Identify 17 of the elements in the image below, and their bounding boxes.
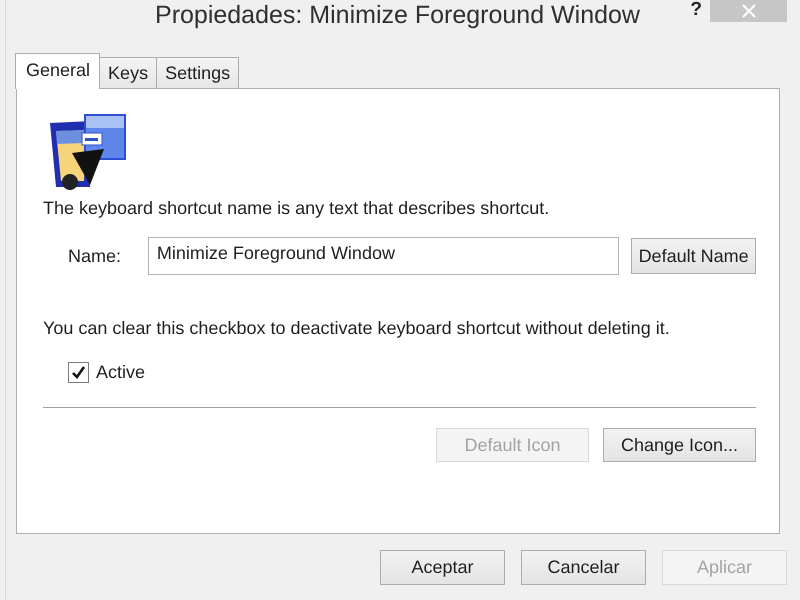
ok-button[interactable]: Aceptar: [380, 550, 505, 585]
close-icon: [742, 4, 756, 18]
hint-text: You can clear this checkbox to deactivate keyboard shortcut without deleting it.: [43, 317, 671, 339]
active-checkbox[interactable]: [68, 362, 89, 382]
default-name-button[interactable]: Default Name: [631, 238, 756, 274]
change-icon-button[interactable]: Change Icon...: [603, 428, 756, 462]
tab[interactable]: General: [15, 53, 100, 89]
window-title: Propiedades: Minimize Foreground Window: [155, 0, 640, 31]
checkbox-label: Active: [96, 361, 146, 383]
check-icon: [71, 364, 86, 380]
help-button[interactable]: ?: [688, 0, 704, 20]
description-text: The keyboard shortcut name is any text that describes shortcut.: [43, 197, 550, 219]
name-label: Name:: [68, 245, 122, 267]
name-field[interactable]: Minimize Foreground Window: [148, 237, 620, 275]
tab[interactable]: Settings: [156, 57, 240, 88]
tab[interactable]: Keys: [99, 57, 158, 88]
cancel-button[interactable]: Cancelar: [521, 550, 646, 585]
